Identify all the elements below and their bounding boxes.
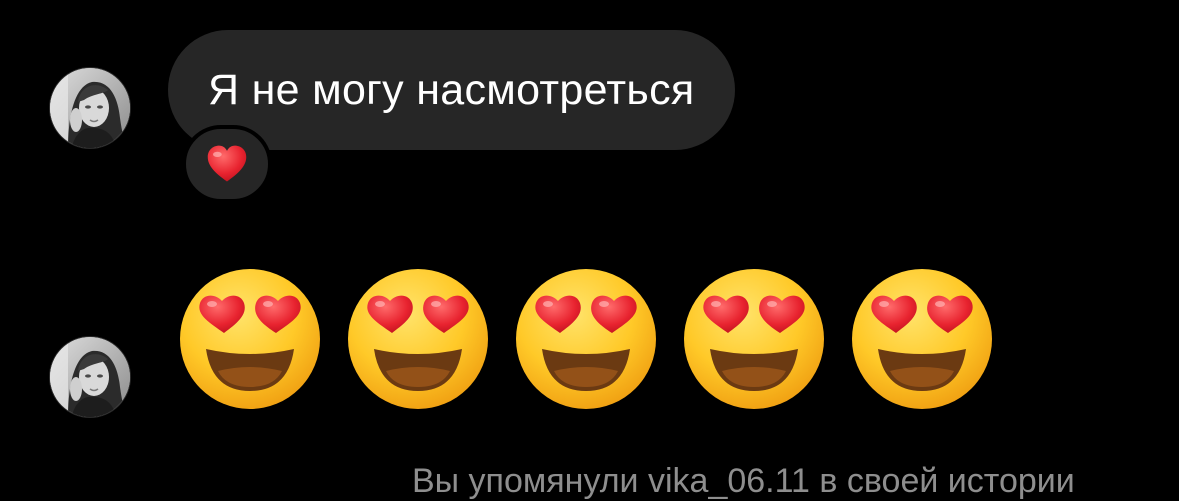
avatar[interactable] [50, 337, 130, 417]
heart-eyes-face-icon [346, 267, 490, 411]
heart-eyes-face-icon [178, 267, 322, 411]
heart-eyes-face-icon [850, 267, 994, 411]
heart-eyes-face-icon [682, 267, 826, 411]
reaction-badge[interactable] [182, 125, 272, 203]
emoji-message[interactable] [178, 267, 994, 411]
message-text: Я не могу насмотреться [208, 65, 695, 114]
heart-icon [206, 144, 248, 184]
story-mention-note: Вы упомянули vika_06.11 в своей истории [412, 462, 1075, 500]
heart-eyes-face-icon [514, 267, 658, 411]
avatar[interactable] [50, 68, 130, 148]
